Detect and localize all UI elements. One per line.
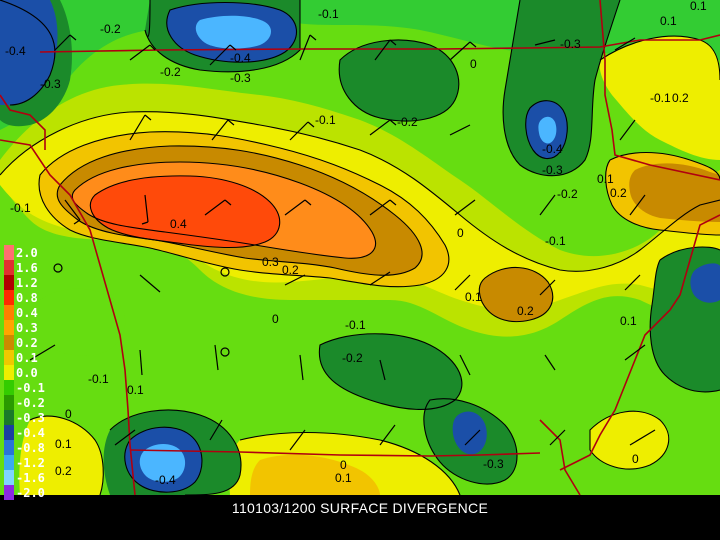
legend-label: 1.2: [16, 276, 38, 290]
contour-label: 0: [457, 226, 464, 240]
map-caption: 110103/1200 SURFACE DIVERGENCE: [231, 500, 489, 516]
contour-label: 0.1: [335, 471, 352, 485]
legend-swatch: [4, 275, 14, 290]
legend-swatch: [4, 395, 14, 410]
contour-label: 0.2: [672, 91, 689, 105]
contour-label: -0.2: [397, 115, 418, 129]
contour-label: -0.1: [345, 318, 366, 332]
contour-label: 0.1: [620, 314, 637, 328]
contour-label: -0.3: [230, 71, 251, 85]
legend-label: -0.8: [16, 441, 45, 455]
legend-label: 0.8: [16, 291, 38, 305]
legend-swatch: [4, 470, 14, 485]
legend-label: 0.2: [16, 336, 38, 350]
contour-label: 0.1: [690, 0, 707, 13]
contour-label: -0.2: [342, 351, 363, 365]
legend-swatch: [4, 425, 14, 440]
contour-label: -0.4: [230, 51, 251, 65]
legend-swatch: [4, 440, 14, 455]
legend-swatch: [4, 305, 14, 320]
contour-label: -0.1: [318, 7, 339, 21]
contour-fill-light-blue-north: [195, 15, 272, 49]
contour-label: -0.2: [100, 22, 121, 36]
contour-label: 0.1: [465, 290, 482, 304]
legend-label: 2.0: [16, 246, 38, 260]
legend-swatch: [4, 365, 14, 380]
legend-label: 0.0: [16, 366, 38, 380]
contour-label: -0.1: [545, 234, 566, 248]
legend-label: 0.3: [16, 321, 38, 335]
legend-label: -0.2: [16, 396, 45, 410]
contour-label: 0.2: [517, 304, 534, 318]
contour-label: -0.2: [557, 187, 578, 201]
legend-label: -0.3: [16, 411, 45, 425]
contour-label: 0.1: [127, 383, 144, 397]
legend-swatch: [4, 485, 14, 500]
contour-label: -0.3: [40, 77, 61, 91]
contour-label: 0.2: [55, 464, 72, 478]
legend-swatch: [4, 260, 14, 275]
legend-label: -1.6: [16, 471, 45, 485]
legend-swatch: [4, 410, 14, 425]
legend-label: 1.6: [16, 261, 38, 275]
legend-swatch: [4, 380, 14, 395]
weather-map-display: -0.2 -0.4 -0.3 -0.4 -0.2 -0.3 -0.1 -0.2 …: [0, 0, 720, 540]
legend-swatch: [4, 350, 14, 365]
contour-label: 0.3: [262, 255, 279, 269]
contour-label: -0.4: [542, 142, 563, 156]
contour-label: -0.1: [10, 201, 31, 215]
contour-label: 0: [470, 57, 477, 71]
contour-label: -0.3: [483, 457, 504, 471]
contour-label: 0: [272, 312, 279, 326]
contour-label: 0.2: [610, 186, 627, 200]
contour-label: 0.1: [597, 172, 614, 186]
legend-label: -0.4: [16, 426, 45, 440]
legend-swatch: [4, 335, 14, 350]
divergence-map: -0.2 -0.4 -0.3 -0.4 -0.2 -0.3 -0.1 -0.2 …: [0, 0, 720, 500]
contour-label: -0.4: [155, 473, 176, 487]
legend-swatch: [4, 455, 14, 470]
contour-label: -0.3: [542, 163, 563, 177]
legend-swatch: [4, 290, 14, 305]
legend-label: 0.4: [16, 306, 38, 320]
contour-label: -0.3: [560, 37, 581, 51]
legend-swatch: [4, 245, 14, 260]
contour-label: 0.4: [170, 217, 187, 231]
legend-label: -2.0: [16, 486, 45, 500]
contour-label: 0.2: [282, 263, 299, 277]
contour-label: 0: [340, 458, 347, 472]
contour-label: -0.1: [88, 372, 109, 386]
contour-label: -0.2: [160, 65, 181, 79]
contour-label: -0.1: [315, 113, 336, 127]
legend-label: 0.1: [16, 351, 38, 365]
legend-swatch: [4, 320, 14, 335]
legend-label: -1.2: [16, 456, 45, 470]
contour-label: 0.1: [55, 437, 72, 451]
contour-label: -0.4: [5, 44, 26, 58]
contour-label: 0.1: [660, 14, 677, 28]
contour-label: -0.1: [650, 91, 671, 105]
contour-label: 0: [65, 407, 72, 421]
legend-label: -0.1: [16, 381, 45, 395]
contour-label: 0: [632, 452, 639, 466]
